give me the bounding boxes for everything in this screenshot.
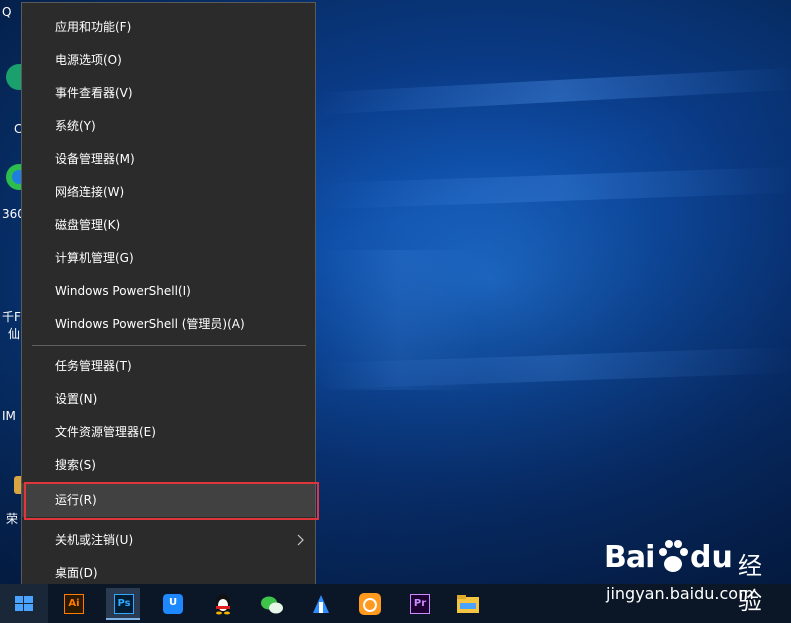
menu-separator	[32, 345, 306, 346]
taskbar-app-qq[interactable]	[205, 588, 239, 620]
taskbar-app-wechat[interactable]	[254, 588, 288, 620]
taskbar-app-ime[interactable]	[303, 588, 337, 620]
wechat-icon	[261, 596, 283, 614]
chevron-right-icon	[297, 534, 304, 546]
taskbar-app-premiere[interactable]: Pr	[402, 588, 436, 620]
windows-logo-icon	[15, 596, 33, 611]
menu-item-system[interactable]: 系统(Y)	[22, 110, 315, 143]
taskbar-app-uu[interactable]: U	[155, 588, 189, 620]
uu-icon: U	[163, 594, 183, 614]
watermark-url: jingyan.baidu.com	[606, 584, 754, 603]
baidu-paw-logo-icon	[659, 540, 688, 572]
wallpaper-light-beam	[318, 166, 791, 210]
taskbar-app-file-explorer[interactable]	[451, 588, 485, 620]
menu-item-computer-management[interactable]: 计算机管理(G)	[22, 242, 315, 275]
annotation-highlight-box	[24, 482, 319, 520]
adobe-illustrator-icon: Ai	[64, 594, 84, 614]
menu-item-powershell-admin[interactable]: Windows PowerShell (管理员)(A)	[22, 308, 315, 341]
wallpaper-light-beam	[318, 250, 478, 390]
menu-item-disk-management[interactable]: 磁盘管理(K)	[22, 209, 315, 242]
baidu-jingyan-watermark: Bai du 经验 jingyan.baidu.com	[604, 538, 780, 615]
desktop-icon-label[interactable]: 仙	[8, 325, 20, 342]
desktop-icon-label[interactable]: 荣	[6, 510, 18, 527]
menu-item-settings[interactable]: 设置(N)	[22, 383, 315, 416]
menu-item-label: 关机或注销(U)	[55, 533, 134, 547]
watermark-product: 经验	[738, 552, 762, 615]
uc-browser-icon	[359, 593, 381, 615]
menu-item-apps-features[interactable]: 应用和功能(F)	[22, 11, 315, 44]
menu-item-shutdown-signout[interactable]: 关机或注销(U)	[22, 524, 315, 557]
menu-item-task-manager[interactable]: 任务管理器(T)	[22, 350, 315, 383]
menu-item-search[interactable]: 搜索(S)	[22, 449, 315, 482]
watermark-brand-right: du	[690, 540, 733, 575]
taskbar-app-uc-browser[interactable]	[353, 588, 387, 620]
watermark-brand-left: Bai	[604, 540, 655, 575]
adobe-photoshop-icon: Ps	[114, 594, 134, 614]
menu-item-powershell[interactable]: Windows PowerShell(I)	[22, 275, 315, 308]
ime-icon	[313, 595, 329, 613]
desktop-icon-label[interactable]: Q	[2, 5, 11, 19]
desktop-icon-label[interactable]: 千F	[2, 308, 21, 325]
desktop-icon-label[interactable]: IM	[2, 409, 16, 423]
menu-item-power-options[interactable]: 电源选项(O)	[22, 44, 315, 77]
start-button[interactable]	[0, 584, 48, 623]
file-explorer-icon	[457, 595, 479, 613]
menu-item-event-viewer[interactable]: 事件查看器(V)	[22, 77, 315, 110]
menu-item-file-explorer[interactable]: 文件资源管理器(E)	[22, 416, 315, 449]
qq-penguin-icon	[216, 594, 230, 615]
menu-item-network-connections[interactable]: 网络连接(W)	[22, 176, 315, 209]
menu-item-device-manager[interactable]: 设备管理器(M)	[22, 143, 315, 176]
taskbar-app-photoshop[interactable]: Ps	[106, 588, 140, 620]
wallpaper-light-beam	[318, 67, 791, 115]
taskbar-app-illustrator[interactable]: Ai	[56, 588, 90, 620]
winx-context-menu: 应用和功能(F) 电源选项(O) 事件查看器(V) 系统(Y) 设备管理器(M)…	[21, 2, 319, 596]
adobe-premiere-icon: Pr	[410, 594, 430, 614]
